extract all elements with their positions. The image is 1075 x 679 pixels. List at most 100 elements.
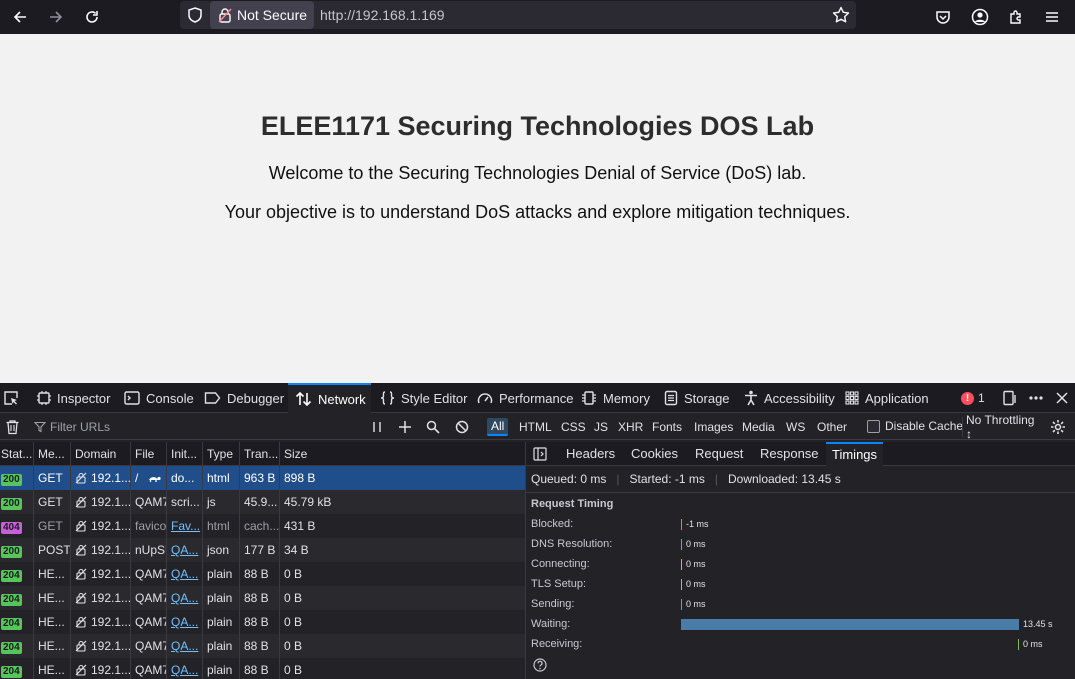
table-row[interactable]: 200 GET 192.1... / do... html 963 B 898 B	[0, 466, 525, 490]
filter-urls-input[interactable]: Filter URLs	[34, 414, 358, 440]
column-header-domain[interactable]: Domain	[70, 442, 130, 466]
network-settings-button[interactable]	[1050, 419, 1066, 435]
details-tab-headers[interactable]: Headers	[566, 442, 615, 466]
initiator-link[interactable]: QA...	[171, 543, 198, 557]
pocket-button[interactable]	[930, 4, 956, 30]
web-page-content: ELEE1171 Securing Technologies DOS Lab W…	[0, 34, 1075, 383]
column-header-initiator[interactable]: Init...	[166, 442, 202, 466]
details-tab-request[interactable]: Request	[695, 442, 743, 466]
clear-requests-button[interactable]	[5, 419, 20, 435]
puzzle-icon	[1010, 10, 1021, 24]
tracking-protection-button[interactable]	[186, 6, 204, 24]
toggle-sidebar-button[interactable]	[533, 447, 547, 461]
filter-type-ws[interactable]: WS	[782, 418, 809, 436]
tab-style-editor[interactable]: Style Editor	[380, 383, 467, 413]
filter-type-images[interactable]: Images	[690, 418, 737, 436]
pause-recording-button[interactable]	[371, 420, 383, 434]
table-row[interactable]: 204 HE... 192.1... QAM7 QA... plain 88 B 0 B	[0, 658, 525, 679]
filter-type-fonts[interactable]: Fonts	[648, 418, 686, 436]
initiator-link[interactable]: QA...	[171, 663, 198, 677]
details-tab-bar: Headers Cookies Request Response Timings	[526, 442, 1075, 466]
timings-help-button[interactable]	[533, 658, 547, 672]
search-requests-button[interactable]	[426, 420, 440, 434]
tab-accessibility[interactable]: Accessibility	[744, 383, 835, 413]
table-row[interactable]: 204 HE... 192.1... QAM7 QA... plain 88 B 0 B	[0, 634, 525, 658]
initiator-text: scri...	[171, 495, 200, 509]
menu-button[interactable]	[1039, 4, 1065, 30]
table-row[interactable]: 204 HE... 192.1... QAM7 QA... plain 88 B 0 B	[0, 562, 525, 586]
initiator-link[interactable]: QA...	[171, 567, 198, 581]
table-row[interactable]: 204 HE... 192.1... QAM7 QA... plain 88 B 0 B	[0, 610, 525, 634]
timing-label: Connecting:	[531, 558, 590, 570]
details-tab-timings[interactable]: Timings	[826, 442, 884, 466]
add-request-blocking-button[interactable]	[398, 420, 412, 434]
tab-application[interactable]: Application	[845, 383, 929, 413]
column-header-size[interactable]: Size	[279, 442, 525, 466]
cell-status: 200	[0, 538, 33, 562]
pick-element-button[interactable]	[3, 383, 25, 413]
toggle-responsive-button[interactable]	[1002, 383, 1024, 413]
tab-memory[interactable]: Memory	[581, 383, 650, 413]
bookmark-star-button[interactable]	[832, 6, 850, 24]
account-button[interactable]	[967, 4, 993, 30]
site-security-button[interactable]: Not Secure	[210, 1, 314, 29]
tab-label: Style Editor	[401, 390, 468, 406]
browser-toolbar: Not Secure http://192.168.1.169	[0, 0, 1075, 34]
disable-cache-checkbox[interactable]: Disable Cache	[867, 419, 963, 433]
column-header-file[interactable]: File	[130, 442, 166, 466]
request-blocking-button[interactable]	[455, 420, 469, 434]
cell-method: HE...	[33, 586, 70, 610]
checkbox-box[interactable]	[867, 419, 880, 433]
table-row[interactable]: 204 HE... 192.1... QAM7 QA... plain 88 B 0 B	[0, 586, 525, 610]
initiator-link[interactable]: Fav...	[171, 519, 200, 533]
details-tab-cookies[interactable]: Cookies	[631, 442, 678, 466]
tab-label: Application	[865, 390, 929, 406]
table-row[interactable]: 200 GET 192.1... QAM7 scri... js 45.9... 45.79 …	[0, 490, 525, 514]
cell-type: plain	[202, 586, 239, 610]
back-button[interactable]	[7, 4, 33, 30]
column-header-status[interactable]: Stat...	[0, 442, 33, 466]
tab-console[interactable]: Console	[124, 383, 194, 413]
devtools-close-button[interactable]	[1055, 383, 1075, 413]
tab-debugger[interactable]: Debugger	[204, 383, 284, 413]
extensions-button[interactable]	[1003, 4, 1029, 30]
network-toolbar: Filter URLs All HTML CSS JS XHR Fonts Im…	[0, 413, 1075, 441]
plus-icon	[399, 421, 411, 433]
filter-type-html[interactable]: HTML	[515, 418, 556, 436]
forward-button[interactable]	[43, 4, 69, 30]
column-header-transferred[interactable]: Tran...	[239, 442, 279, 466]
table-row[interactable]: 404 GET 192.1... favicon Fav... html cach... 43…	[0, 514, 525, 538]
type-text: plain	[207, 663, 233, 677]
filter-type-js[interactable]: JS	[590, 418, 612, 436]
tab-storage[interactable]: Storage	[664, 383, 730, 413]
tab-network[interactable]: Network	[288, 383, 371, 413]
filter-type-other[interactable]: Other	[813, 418, 851, 436]
page-heading: ELEE1171 Securing Technologies DOS Lab	[260, 111, 815, 141]
table-row[interactable]: 200 POST 192.1... nUpSU QA... json 177 B 34 B	[0, 538, 525, 562]
details-tab-response[interactable]: Response	[760, 442, 819, 466]
initiator-link[interactable]: QA...	[171, 639, 198, 653]
timing-label: Receiving:	[531, 638, 583, 650]
filter-type-media[interactable]: Media	[738, 418, 779, 436]
url-text[interactable]: http://192.168.1.169	[320, 7, 445, 23]
filter-type-all[interactable]: All	[487, 418, 509, 436]
initiator-link[interactable]: QA...	[171, 591, 198, 605]
url-bar[interactable]: Not Secure http://192.168.1.169	[180, 1, 856, 29]
block-icon	[455, 420, 469, 434]
status-badge: 200	[1, 498, 22, 510]
filter-type-css[interactable]: CSS	[557, 418, 590, 436]
filter-type-xhr[interactable]: XHR	[614, 418, 647, 436]
initiator-link[interactable]: QA...	[171, 615, 198, 629]
tab-inspector[interactable]: Inspector	[37, 383, 110, 413]
type-text: json	[207, 543, 230, 557]
column-header-type[interactable]: Type	[202, 442, 239, 466]
devtools-more-button[interactable]	[1028, 383, 1050, 413]
file-text: /	[135, 471, 139, 485]
tab-performance[interactable]: Performance	[477, 383, 573, 413]
column-header-method[interactable]: Me...	[33, 442, 70, 466]
hamburger-menu-icon	[1046, 12, 1058, 22]
throttling-select[interactable]: No Throttling ↕	[962, 413, 1042, 441]
cell-transferred: 963 B	[239, 466, 279, 490]
reload-button[interactable]	[79, 4, 105, 30]
error-count-badge[interactable]: ! 1	[961, 391, 985, 405]
